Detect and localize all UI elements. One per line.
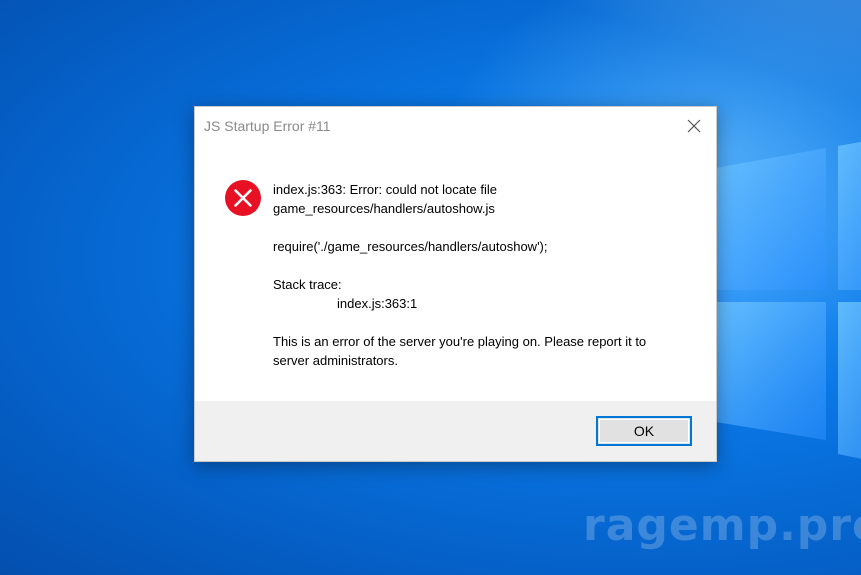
dialog-title: JS Startup Error #11 <box>204 118 331 134</box>
ok-button[interactable]: OK <box>596 416 692 446</box>
message-require-line: require('./game_resources/handlers/autos… <box>273 239 548 254</box>
watermark-text: ragemp.pro <box>583 500 861 551</box>
stack-trace-label: Stack trace: <box>273 277 342 292</box>
error-icon <box>224 179 262 217</box>
dialog-titlebar[interactable]: JS Startup Error #11 <box>195 107 716 147</box>
error-dialog: JS Startup Error #11 index.js:363: Error… <box>194 106 717 462</box>
close-icon <box>687 119 701 133</box>
error-message: index.js:363: Error: could not locate fi… <box>273 180 693 370</box>
windows-logo-icon <box>716 140 861 480</box>
notice-line-1: This is an error of the server you're pl… <box>273 334 647 349</box>
dialog-footer: OK <box>195 401 716 461</box>
dialog-content: index.js:363: Error: could not locate fi… <box>195 147 716 401</box>
stack-trace-line: index.js:363:1 <box>337 296 418 311</box>
close-button[interactable] <box>672 107 716 145</box>
message-line-2: game_resources/handlers/autoshow.js <box>273 201 495 216</box>
notice-line-2: server administrators. <box>273 353 398 368</box>
message-line-1: index.js:363: Error: could not locate fi… <box>273 182 498 197</box>
